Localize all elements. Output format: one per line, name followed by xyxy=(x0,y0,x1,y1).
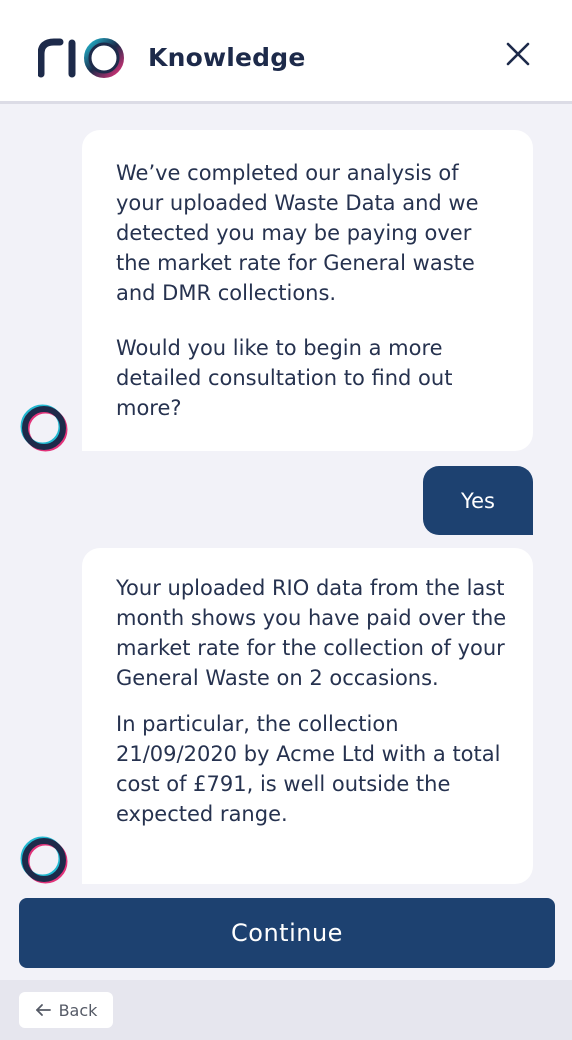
message-paragraph: In particular, the collection 21/09/2020… xyxy=(116,712,501,826)
message-paragraph: We’ve completed our analysis of your upl… xyxy=(116,161,479,305)
bot-message: Your uploaded RIO data from the last mon… xyxy=(82,548,533,884)
bot-message: We’ve completed our analysis of your upl… xyxy=(82,130,533,451)
page-title: Knowledge xyxy=(148,43,306,72)
user-message-text: Yes xyxy=(461,488,495,513)
bot-avatar-icon xyxy=(20,836,68,884)
close-icon xyxy=(506,42,530,66)
close-button[interactable] xyxy=(498,34,538,74)
user-message: Yes xyxy=(423,466,533,535)
app-header: Knowledge xyxy=(0,0,572,104)
back-label: Back xyxy=(58,1000,98,1020)
message-paragraph: Your uploaded RIO data from the last mon… xyxy=(116,576,507,690)
continue-button[interactable]: Continue xyxy=(19,898,555,968)
rio-logo xyxy=(38,38,124,78)
message-paragraph: Would you like to begin a more detailed … xyxy=(116,336,453,420)
footer-bar: Back xyxy=(0,980,572,1040)
arrow-left-icon xyxy=(35,1004,51,1016)
bot-avatar-icon xyxy=(20,404,68,452)
back-button[interactable]: Back xyxy=(19,992,113,1028)
